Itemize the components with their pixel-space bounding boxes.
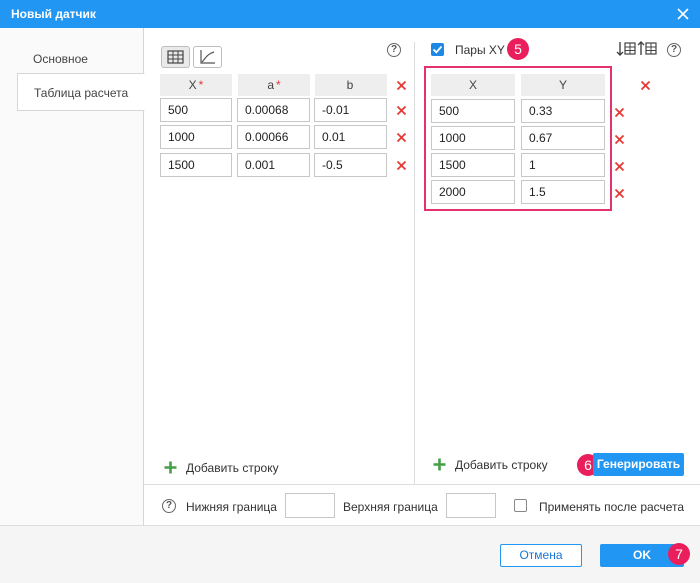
column-header-label: X	[188, 78, 197, 92]
cell-b[interactable]: -0.01	[314, 98, 387, 122]
help-icon[interactable]: ?	[667, 43, 681, 57]
cell-x[interactable]: 1000	[431, 126, 515, 150]
tab-calculation-table[interactable]: Таблица расчета	[17, 73, 145, 111]
bounds-divider	[144, 484, 700, 485]
pane-divider	[414, 42, 415, 484]
xy-pairs-label: Пары XY	[455, 43, 505, 57]
cell-a[interactable]: 0.00066	[237, 125, 310, 149]
step-badge-5: 5	[507, 38, 529, 60]
cell-y[interactable]: 1.5	[521, 180, 605, 204]
sort-up-icon[interactable]	[637, 40, 657, 58]
column-header-x: X *	[160, 74, 232, 96]
delete-row-icon[interactable]	[396, 160, 407, 171]
required-marker: *	[198, 78, 204, 92]
cell-y[interactable]: 0.67	[521, 126, 605, 150]
delete-column-icon[interactable]	[640, 80, 651, 91]
upper-bound-input[interactable]	[446, 493, 496, 518]
column-header-label: a	[267, 78, 274, 92]
required-marker: *	[276, 78, 281, 92]
delete-column-icon[interactable]	[396, 80, 407, 91]
column-header-x: X	[431, 74, 515, 96]
add-row-button-left[interactable]: Добавить строку	[164, 460, 284, 476]
cell-y[interactable]: 1	[521, 153, 605, 177]
cell-a[interactable]: 0.001	[237, 153, 310, 177]
help-icon[interactable]: ?	[387, 43, 401, 57]
delete-row-icon[interactable]	[614, 188, 625, 199]
dialog-footer	[0, 525, 700, 583]
lower-bound-label: Нижняя граница	[186, 500, 277, 514]
delete-row-icon[interactable]	[396, 132, 407, 143]
cell-x[interactable]: 1500	[431, 153, 515, 177]
plus-icon	[164, 461, 177, 474]
cell-y[interactable]: 0.33	[521, 99, 605, 123]
delete-row-icon[interactable]	[614, 134, 625, 145]
close-icon[interactable]	[674, 5, 692, 23]
apply-after-checkbox[interactable]	[514, 499, 527, 512]
cell-x[interactable]: 2000	[431, 180, 515, 204]
generate-button[interactable]: Генерировать	[593, 453, 684, 476]
add-row-label: Добавить строку	[186, 461, 279, 475]
dialog-titlebar: Новый датчик	[0, 0, 700, 28]
cell-x[interactable]: 1500	[160, 153, 232, 177]
cell-x[interactable]: 500	[431, 99, 515, 123]
xy-pairs-checkbox[interactable]	[431, 43, 444, 56]
upper-bound-label: Верхняя граница	[343, 500, 438, 514]
cell-x[interactable]: 500	[160, 98, 232, 122]
cell-b[interactable]: 0.01	[314, 125, 387, 149]
lower-bound-input[interactable]	[285, 493, 335, 518]
check-icon	[432, 45, 443, 54]
table-view-button[interactable]	[161, 46, 190, 68]
column-header-label: b	[346, 78, 354, 92]
table-view-icon	[167, 50, 184, 64]
plus-icon	[433, 458, 446, 471]
cell-b[interactable]: -0.5	[314, 153, 387, 177]
column-header-a: a *	[238, 74, 310, 96]
cell-x[interactable]: 1000	[160, 125, 232, 149]
column-header-y: Y	[521, 74, 605, 96]
chart-view-button[interactable]	[193, 46, 222, 68]
column-header-b: b	[315, 74, 387, 96]
chart-view-icon	[200, 50, 215, 64]
cancel-button[interactable]: Отмена	[500, 544, 582, 567]
step-badge-7: 7	[668, 543, 690, 565]
sort-down-icon[interactable]	[616, 40, 636, 58]
tab-sidebar: Основное Таблица расчета	[0, 28, 145, 525]
help-icon[interactable]: ?	[162, 499, 176, 513]
add-row-label: Добавить строку	[455, 458, 548, 472]
delete-row-icon[interactable]	[614, 161, 625, 172]
dialog-title: Новый датчик	[11, 7, 96, 21]
add-row-button-right[interactable]: Добавить строку	[433, 457, 553, 473]
cell-a[interactable]: 0.00068	[237, 98, 310, 122]
delete-row-icon[interactable]	[614, 107, 625, 118]
apply-after-label: Применять после расчета	[539, 500, 685, 514]
delete-row-icon[interactable]	[396, 105, 407, 116]
